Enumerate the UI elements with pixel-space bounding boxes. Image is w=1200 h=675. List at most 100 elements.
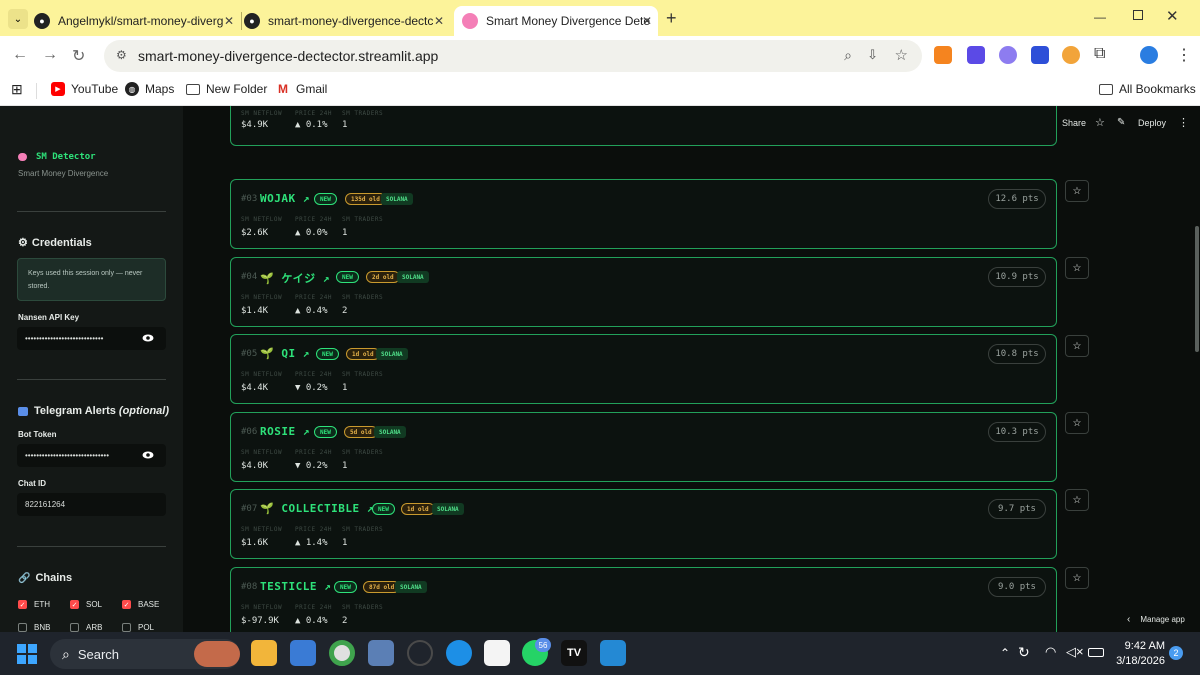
tab-streamlit-app[interactable]: Smart Money Divergence Dete ✕	[454, 6, 658, 36]
docker-icon[interactable]	[446, 640, 472, 666]
notepad-icon[interactable]	[290, 640, 316, 666]
deploy-button[interactable]: Deploy	[1138, 118, 1166, 128]
bookmark-star-icon[interactable]: ☆	[895, 46, 908, 64]
profile-avatar-icon[interactable]	[1140, 46, 1158, 64]
brand: SM Detector	[18, 152, 96, 162]
heading-text: Chains	[35, 572, 73, 584]
close-window-icon[interactable]: ✕	[1166, 7, 1179, 25]
bookmark-new-folder[interactable]: New Folder	[186, 82, 267, 96]
extension-icon[interactable]	[1062, 46, 1080, 64]
tray-chevron-up-icon[interactable]: ⌃	[1000, 646, 1010, 660]
tradingview-icon[interactable]: TV	[561, 640, 587, 666]
chain-checkbox-sol[interactable]: ✓ SOL	[70, 600, 102, 609]
bookmark-youtube[interactable]: ▶ YouTube	[51, 82, 118, 96]
metamask-icon[interactable]	[934, 46, 952, 64]
app-icon[interactable]	[407, 640, 433, 666]
all-bookmarks[interactable]: All Bookmarks	[1099, 82, 1196, 96]
show-password-eye-icon[interactable]	[142, 449, 154, 461]
clock[interactable]: 9:42 AM 3/18/2026	[1115, 640, 1165, 667]
manage-app-button[interactable]: ‹ Manage app	[1127, 614, 1185, 625]
site-info-icon[interactable]: ⚙	[116, 48, 127, 62]
bookmark-maps[interactable]: ◍ Maps	[125, 82, 174, 96]
app-icon[interactable]	[484, 640, 510, 666]
token-symbol-link[interactable]: 🌱 COLLECTIBLE ↗	[260, 502, 374, 515]
speaker-muted-icon[interactable]: ◁×	[1066, 644, 1084, 660]
score-pill: 10.9 pts	[988, 267, 1046, 287]
apps-grid-icon[interactable]: ⊞	[11, 81, 23, 98]
watchlist-star-button[interactable]: ☆	[1065, 567, 1089, 589]
gear-icon: ⚙	[18, 237, 28, 249]
watchlist-star-button[interactable]: ☆	[1065, 180, 1089, 202]
show-password-eye-icon[interactable]	[142, 332, 154, 344]
watchlist-star-button[interactable]: ☆	[1065, 257, 1089, 279]
address-bar[interactable]: ⚙ smart-money-divergence-dectector.strea…	[104, 40, 922, 72]
forward-arrow-icon[interactable]: →	[42, 46, 58, 64]
tab-search-chevron-icon[interactable]: ⌄	[8, 9, 28, 29]
token-symbol-link[interactable]: WOJAK ↗	[260, 192, 310, 205]
token-symbol-link[interactable]: TESTICLE ↗	[260, 580, 331, 593]
vscode-icon[interactable]	[600, 640, 626, 666]
tray-sync-icon[interactable]: ↻	[1018, 644, 1030, 661]
back-arrow-icon[interactable]: ←	[12, 46, 28, 64]
bot-token-input[interactable]: ••••••••••••••••••••••••••••••	[17, 444, 166, 467]
chain-checkbox-eth[interactable]: ✓ ETH	[18, 600, 50, 609]
file-explorer-icon[interactable]	[251, 640, 277, 666]
token-card[interactable]: #05 🌱 QI ↗ NEW 1d old SOLANA 10.8 pts SM…	[230, 334, 1057, 404]
nansen-api-key-input[interactable]: ••••••••••••••••••••••••••••	[17, 327, 166, 350]
extensions-puzzle-icon[interactable]: ⧉	[1094, 45, 1105, 63]
close-tab-icon[interactable]: ✕	[434, 14, 444, 28]
token-card[interactable]: #04 🌱 ケイジ ↗ NEW 2d old SOLANA 10.9 pts S…	[230, 257, 1057, 327]
tab-github-project[interactable]: ● smart-money-divergence-dectc ✕	[244, 6, 450, 36]
app-icon[interactable]	[368, 640, 394, 666]
token-card[interactable]: #03 WOJAK ↗ NEW 135d old SOLANA 12.6 pts…	[230, 179, 1057, 249]
battery-icon[interactable]	[1088, 648, 1104, 657]
new-tab-plus-icon[interactable]: +	[666, 8, 677, 29]
app-menu-icon[interactable]: ⋮	[1178, 116, 1189, 129]
zoom-icon[interactable]: ⌕	[844, 47, 852, 64]
reload-icon[interactable]: ↻	[72, 46, 85, 66]
divider	[17, 379, 166, 380]
chat-id-value: 822161264	[25, 500, 66, 509]
token-symbol-link[interactable]: ROSIE ↗	[260, 425, 310, 438]
traders-label: SM TRADERS	[342, 216, 384, 223]
watchlist-star-button[interactable]: ☆	[1065, 489, 1089, 511]
token-card-partial[interactable]: SM NETFLOW PRICE 24H SM TRADERS $4.9K ▲ …	[230, 106, 1057, 146]
watchlist-star-button[interactable]: ☆	[1065, 412, 1089, 434]
bookmark-gmail[interactable]: M Gmail	[276, 82, 327, 96]
extension-icon[interactable]	[967, 46, 985, 64]
windows-start-icon[interactable]	[17, 644, 37, 664]
edit-pencil-icon[interactable]: ✎	[1117, 117, 1125, 128]
rank-number: #06	[241, 427, 258, 437]
wifi-icon[interactable]: ◠	[1045, 644, 1056, 660]
share-button[interactable]: Share	[1062, 118, 1086, 128]
favorite-star-icon[interactable]: ☆	[1095, 116, 1105, 129]
chain-checkbox-base[interactable]: ✓ BASE	[122, 600, 159, 609]
chat-id-input[interactable]: 822161264	[17, 493, 166, 516]
checkbox-checked-icon: ✓	[122, 600, 131, 609]
chain-checkbox-bnb[interactable]: BNB	[18, 623, 50, 632]
tab-github-repo[interactable]: ● Angelmykl/smart-money-diverg ✕	[34, 6, 240, 36]
notification-count-badge[interactable]: 2	[1169, 646, 1183, 660]
chain-badge: SOLANA	[432, 503, 464, 515]
more-menu-icon[interactable]: ⋮	[1176, 45, 1192, 65]
restore-icon[interactable]	[1133, 10, 1143, 20]
token-card[interactable]: #07 🌱 COLLECTIBLE ↗ NEW 1d old SOLANA 9.…	[230, 489, 1057, 559]
extension-icon[interactable]	[1031, 46, 1049, 64]
close-tab-icon[interactable]: ✕	[642, 14, 652, 28]
price-label: PRICE 24H	[295, 110, 333, 117]
extension-icon[interactable]	[999, 46, 1017, 64]
token-symbol-link[interactable]: 🌱 ケイジ ↗	[260, 270, 330, 286]
install-app-icon[interactable]: ⇩	[867, 47, 878, 63]
checkbox-unchecked-icon	[18, 623, 27, 632]
minimize-icon[interactable]: —	[1094, 10, 1106, 24]
token-card[interactable]: #06 ROSIE ↗ NEW 5d old SOLANA 10.3 pts S…	[230, 412, 1057, 482]
token-symbol-link[interactable]: 🌱 QI ↗	[260, 347, 310, 360]
scrollbar-thumb[interactable]	[1195, 226, 1199, 352]
token-card[interactable]: #08 TESTICLE ↗ NEW 87d old SOLANA 9.0 pt…	[230, 567, 1057, 632]
chain-checkbox-arb[interactable]: ARB	[70, 623, 102, 632]
chrome-icon[interactable]	[329, 640, 355, 666]
watchlist-star-button[interactable]: ☆	[1065, 335, 1089, 357]
chain-checkbox-pol[interactable]: POL	[122, 623, 154, 632]
taskbar-search-box[interactable]: ⌕ Search	[50, 639, 240, 669]
close-tab-icon[interactable]: ✕	[224, 14, 234, 28]
